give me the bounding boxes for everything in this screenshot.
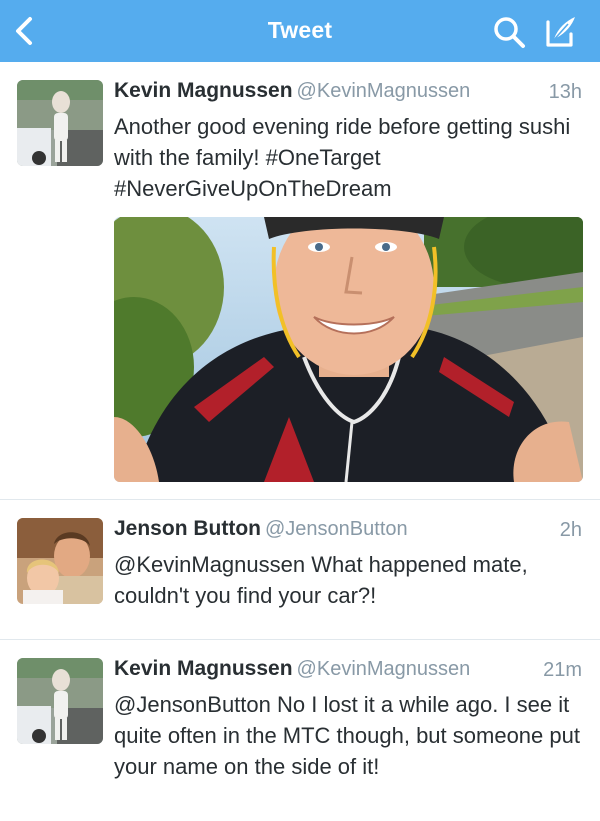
tweet-header: Kevin Magnussen @KevinMagnussen 13h — [114, 79, 582, 109]
avatar-image — [17, 658, 103, 744]
author-handle[interactable]: @KevinMagnussen — [297, 80, 471, 102]
avatar-image — [17, 80, 103, 166]
tweet-text: Another good evening ride before getting… — [114, 114, 571, 201]
selfie-photo-image — [114, 217, 583, 482]
tweet-time: 13h — [548, 81, 582, 103]
tweet-time: 2h — [559, 519, 582, 541]
avatar[interactable] — [17, 658, 103, 744]
compose-icon[interactable] — [542, 14, 578, 50]
conversation-timeline: Kevin Magnussen @KevinMagnussen 13h Anoth… — [0, 62, 600, 821]
author-handle[interactable]: @KevinMagnussen — [297, 658, 471, 680]
author-handle[interactable]: @JensonButton — [265, 518, 408, 540]
tweet[interactable]: Jenson Button @JensonButton 2h @KevinMagn… — [0, 500, 600, 640]
tweet-time: 21m — [543, 659, 582, 681]
author-name[interactable]: Kevin Magnussen — [114, 657, 293, 680]
tweet-header: Kevin Magnussen @KevinMagnussen 21m — [114, 657, 582, 687]
tweet[interactable]: Kevin Magnussen @KevinMagnussen 13h Anoth… — [0, 62, 600, 500]
avatar-image — [17, 518, 103, 604]
tweet[interactable]: Kevin Magnussen @KevinMagnussen 21m @Jens… — [0, 640, 600, 821]
avatar[interactable] — [17, 518, 103, 604]
author-name[interactable]: Kevin Magnussen — [114, 79, 293, 102]
avatar[interactable] — [17, 80, 103, 166]
author-name[interactable]: Jenson Button — [114, 517, 261, 540]
tweet-text: @KevinMagnussen What happened mate, coul… — [114, 552, 528, 608]
navigation-bar: Tweet — [0, 0, 600, 62]
search-icon[interactable] — [492, 15, 526, 49]
tweet-text: @JensonButton No I lost it a while ago. … — [114, 692, 580, 779]
tweet-photo[interactable] — [114, 217, 583, 482]
tweet-header: Jenson Button @JensonButton 2h — [114, 517, 582, 547]
